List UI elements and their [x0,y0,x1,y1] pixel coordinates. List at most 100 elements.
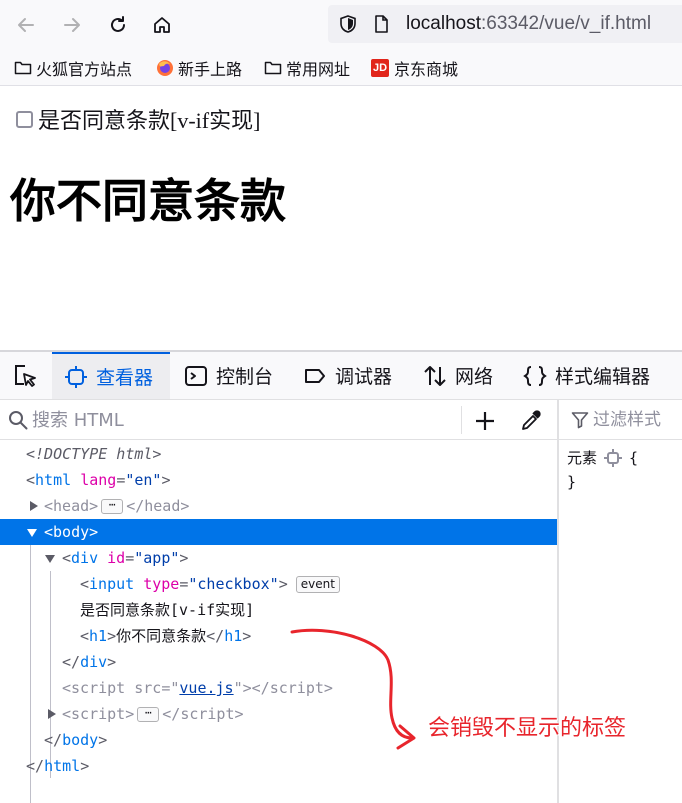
script-tag: script [71,679,126,697]
collapsed-ellipsis[interactable]: ⋯ [101,499,124,514]
tab-label: 查看器 [96,367,154,389]
bookmark-label: 火狐官方站点 [36,60,133,79]
body-close-tag: body [62,731,99,749]
tab-network[interactable]: 网络 [423,352,493,399]
script-vue-node[interactable]: <script src="vue.js"></script> [0,675,557,701]
rule-selector-line: 元素 { [567,446,638,470]
div-app-node[interactable]: <div id="app"> [0,545,557,571]
h1-close-tag: h1 [224,627,243,645]
collapse-twisty[interactable] [27,529,37,537]
rule-close-brace: } [567,473,577,491]
expand-twisty[interactable] [48,709,56,719]
script-close-tag: script [269,679,324,697]
agree-checkbox-label: 是否同意条款[v-if实现] [38,108,261,133]
tab-console[interactable]: 控制台 [184,352,273,399]
collapsed-ellipsis[interactable]: ⋯ [137,707,160,722]
text-node-content: 是否同意条款[v-if实现] [80,601,255,619]
back-button[interactable] [10,9,42,41]
agree-checkbox-row[interactable]: 是否同意条款[v-if实现] [16,103,260,135]
home-icon [154,17,170,33]
debugger-icon [305,368,325,383]
script-tag: script [71,705,126,723]
reload-button[interactable] [102,9,134,41]
network-icon [424,365,446,386]
expand-twisty[interactable] [30,501,38,511]
annotation-label: 会销毁不显示的标签 [428,716,627,741]
html-close-node[interactable]: </html> [0,753,557,779]
bookmark-label: 新手上路 [178,60,243,79]
inspector-icon [65,365,87,388]
tab-inspector[interactable]: 查看器 [52,352,170,399]
arrow-left-icon [18,18,34,32]
bookmarks-toolbar: 火狐官方站点 新手上路 常用网址 JD 京东商城 [0,50,682,86]
doctype-text: <!DOCTYPE html> [26,445,162,463]
jd-icon: JD [371,59,389,77]
shield-icon[interactable] [338,14,358,34]
eyedropper-icon [522,410,541,430]
panel-splitter[interactable] [557,400,559,803]
firefox-icon [157,60,173,76]
url-host: localhost [406,13,481,34]
browser-toolbar: localhost:63342/vue/v_if.html [0,0,682,50]
input-type-value: "checkbox" [188,575,279,593]
div-id-attr: id [107,549,126,567]
element-rule: 元素 { } [567,446,638,494]
plus-icon [476,412,494,430]
doctype-node[interactable]: <!DOCTYPE html> [0,441,557,467]
element-picker-icon [15,364,36,387]
h1-text: 你不同意条款 [116,627,207,645]
div-close-node[interactable]: </div> [0,649,557,675]
body-node[interactable]: <body> [0,519,557,545]
head-close-tag: head [144,497,181,515]
tab-label: 控制台 [216,366,274,388]
console-icon [185,365,207,386]
html-node[interactable]: <html lang="en"> [0,467,557,493]
bookmark-label: 常用网址 [286,60,351,79]
node-highlight-icon[interactable] [603,448,623,468]
script-src-attr: src [134,679,162,697]
div-tag: div [71,549,99,567]
forward-button[interactable] [56,9,88,41]
h1-node[interactable]: <h1>你不同意条款</h1> [0,623,557,649]
url-text[interactable]: localhost:63342/vue/v_if.html [406,13,651,35]
body-tag: body [53,523,90,541]
input-node[interactable]: <input type="checkbox"> event [0,571,557,597]
text-node[interactable]: 是否同意条款[v-if实现] [0,597,557,623]
search-html-input[interactable] [32,406,452,434]
agree-checkbox[interactable] [16,110,33,128]
bookmark-firefox-site[interactable]: 火狐官方站点 [14,57,132,79]
head-tag: head [53,497,90,515]
script-close-tag: script [180,705,235,723]
tab-style-editor[interactable]: 样式编辑器 [523,352,650,399]
html-lang-attr: lang [80,471,117,489]
page-content: 是否同意条款[v-if实现] 你不同意条款 [0,87,682,350]
home-button[interactable] [146,9,178,41]
filter-styles-input[interactable] [593,406,681,434]
add-node-button[interactable] [472,408,498,434]
toolbar-divider [461,406,462,434]
url-path: :63342/vue/v_if.html [481,13,652,34]
eyedropper-button[interactable] [518,408,544,434]
rule-selector: 元素 [567,449,598,467]
html-tag: html [35,471,72,489]
rules-toolbar [559,400,682,440]
tab-label: 样式编辑器 [555,366,651,388]
div-close-tag: div [80,653,108,671]
bookmark-common-sites[interactable]: 常用网址 [264,57,350,79]
page-icon[interactable] [372,15,390,33]
head-node[interactable]: <head> ⋯ </head> [0,493,557,519]
bookmark-jd[interactable]: JD 京东商城 [371,57,458,79]
url-bar[interactable]: localhost:63342/vue/v_if.html [328,5,682,43]
tab-debugger[interactable]: 调试器 [303,352,392,399]
folder-icon [264,61,282,75]
script-src-link[interactable]: vue.js [179,679,233,697]
html-close-tag: html [44,757,81,775]
element-picker-button[interactable] [0,352,50,399]
input-type-attr: type [143,575,180,593]
event-badge[interactable]: event [295,576,340,593]
bookmark-getting-started[interactable]: 新手上路 [156,57,242,79]
div-id-value: "app" [134,549,180,567]
page-heading: 你不同意条款 [10,174,286,228]
inspector-toolbar [0,400,558,440]
collapse-twisty[interactable] [45,555,55,563]
